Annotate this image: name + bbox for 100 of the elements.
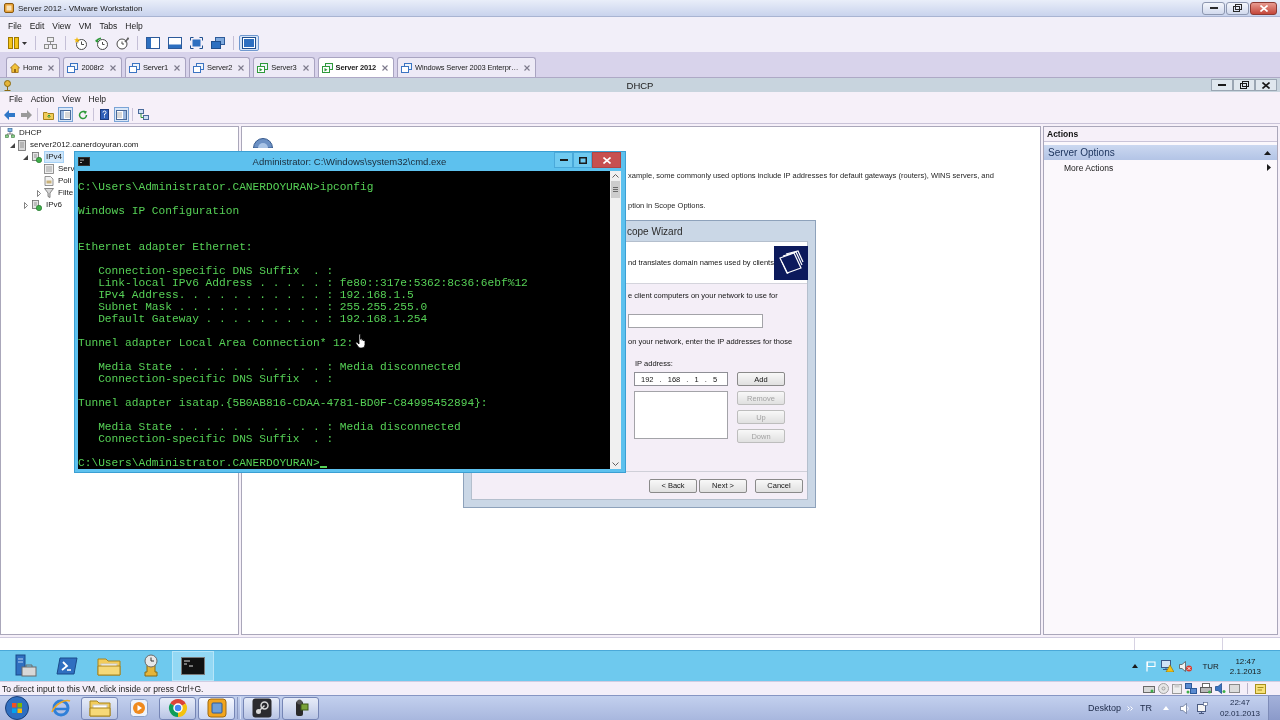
menu-item[interactable]: File	[4, 20, 26, 31]
display-icon[interactable]	[1229, 683, 1240, 694]
taskbar-button[interactable]	[243, 696, 280, 720]
menu-item[interactable]: VM	[74, 20, 96, 31]
menu-item[interactable]: File	[5, 94, 27, 104]
expanded-arrow-icon[interactable]	[23, 154, 28, 160]
window-title: Server 2012 - VMware Workstation	[18, 3, 143, 13]
action-item[interactable]: More Actions	[1044, 160, 1277, 175]
menu-item[interactable]: Action	[26, 94, 59, 104]
minimize-button[interactable]	[1211, 79, 1233, 91]
floppy-icon[interactable]	[1172, 683, 1182, 694]
toolbar-button[interactable]	[71, 35, 90, 51]
close-button[interactable]	[1250, 1, 1277, 15]
window-title: Administrator: C:\Windows\system32\cmd.exe	[252, 156, 447, 167]
console-line: Subnet Mask . . . . . . . . . . . : 255.255.255.0	[98, 301, 428, 313]
app-icon	[4, 3, 14, 13]
toolbar-label[interactable]: Desktop	[1087, 703, 1121, 713]
list-field[interactable]	[634, 391, 728, 439]
start-button[interactable]	[4, 696, 30, 720]
close-icon[interactable]	[524, 64, 531, 71]
close-icon[interactable]	[48, 64, 55, 71]
collapsed-arrow-icon[interactable]	[36, 189, 41, 197]
toolbar-button[interactable]	[187, 35, 206, 51]
menu-item[interactable]: View	[48, 20, 75, 31]
tree-item[interactable]: IPv4	[44, 151, 64, 163]
dialog-title: cope Wizard	[627, 225, 683, 237]
folder-icon	[97, 656, 121, 676]
app-icon	[3, 79, 12, 91]
toolbar-button[interactable]	[143, 35, 163, 51]
home-icon	[10, 62, 20, 73]
console-line: Media State . . . . . . . . . . . : Media disconnected	[98, 361, 461, 373]
speaker-icon[interactable]	[1215, 683, 1226, 694]
tree-item[interactable]: IPv6	[44, 199, 64, 211]
chevron-up-icon[interactable]	[612, 174, 619, 178]
tree-item[interactable]: Poli	[56, 175, 74, 187]
chevron-down-icon[interactable]	[612, 462, 619, 466]
monitor-flag-icon[interactable]	[1196, 702, 1208, 714]
close-icon[interactable]	[174, 64, 181, 71]
speaker-muted-icon[interactable]	[1179, 660, 1193, 672]
scroll-thumb[interactable]	[611, 181, 620, 198]
speaker-icon[interactable]	[1179, 702, 1189, 714]
refresh-icon	[77, 109, 88, 120]
text-field[interactable]	[628, 314, 763, 328]
minimize-button[interactable]	[1202, 1, 1225, 15]
minimize-button[interactable]	[554, 152, 573, 168]
toolbar-button[interactable]	[92, 35, 111, 51]
grip-icon	[613, 187, 618, 192]
menu-item[interactable]: View	[58, 94, 85, 104]
restore-button[interactable]	[1233, 79, 1255, 91]
restore-button[interactable]	[1226, 1, 1249, 15]
section-header[interactable]: Server Options	[1044, 145, 1277, 160]
server-network-icon	[31, 151, 42, 163]
collapsed-arrow-icon[interactable]	[23, 201, 28, 209]
expanded-arrow-icon[interactable]	[10, 142, 15, 148]
close-icon[interactable]	[302, 64, 309, 71]
toolbar-button[interactable]	[97, 107, 112, 122]
dark-disc-tile-icon	[251, 698, 272, 718]
close-icon[interactable]	[382, 64, 388, 71]
start-orb-icon	[5, 696, 29, 720]
server-toolbox-icon	[13, 654, 37, 678]
language-indicator[interactable]: TUR	[1202, 661, 1219, 671]
menu-item[interactable]: Help	[84, 94, 111, 104]
caret-up-icon[interactable]	[1132, 664, 1139, 668]
monitor-warning-icon[interactable]	[1161, 660, 1175, 672]
language-indicator[interactable]: TR	[1139, 703, 1152, 713]
menu-item[interactable]: Tabs	[95, 20, 122, 31]
tree-item[interactable]: Serv	[56, 163, 77, 175]
maximize-button[interactable]	[573, 152, 592, 168]
printer-icon[interactable]	[1200, 683, 1212, 694]
window-frame-icon	[242, 37, 256, 49]
minimize-icon	[559, 159, 568, 161]
toolbar-button[interactable]	[114, 107, 129, 122]
menu-item[interactable]: Edit	[25, 20, 49, 31]
clock-date: 02.01.2013	[1219, 708, 1260, 719]
scrollbar[interactable]	[610, 171, 621, 469]
tree-item[interactable]: server2012.canerdoyuran.com	[28, 139, 141, 151]
terminal-chevron-icon	[56, 657, 78, 675]
close-icon[interactable]	[109, 64, 116, 71]
menu-item[interactable]: Help	[121, 20, 147, 31]
clock-figure-icon	[141, 654, 161, 678]
console-window-icon	[78, 157, 90, 166]
server-network-icon	[31, 199, 42, 211]
toolbar-button[interactable]	[208, 35, 228, 51]
ring-swoosh-icon	[50, 698, 71, 718]
toolbar-button[interactable]	[58, 107, 73, 122]
fullscreen-icon	[190, 37, 203, 49]
minimize-icon	[1218, 84, 1226, 86]
taskbar-button[interactable]	[282, 696, 319, 720]
message-icon[interactable]	[1255, 683, 1266, 694]
pane-title: Actions	[1044, 127, 1277, 142]
toolbar-button[interactable]	[165, 35, 185, 51]
close-button[interactable]	[1255, 79, 1277, 91]
close-icon[interactable]	[238, 64, 245, 71]
caret-down-icon	[22, 41, 27, 45]
tree-item[interactable]: DHCP	[17, 127, 44, 139]
network-adapter-icon[interactable]	[1185, 683, 1197, 694]
toolbar-button[interactable]	[113, 35, 132, 51]
toolbar-button[interactable]	[136, 107, 151, 122]
toolbar-button[interactable]	[239, 35, 259, 51]
tree-item[interactable]: Filte	[56, 187, 76, 199]
